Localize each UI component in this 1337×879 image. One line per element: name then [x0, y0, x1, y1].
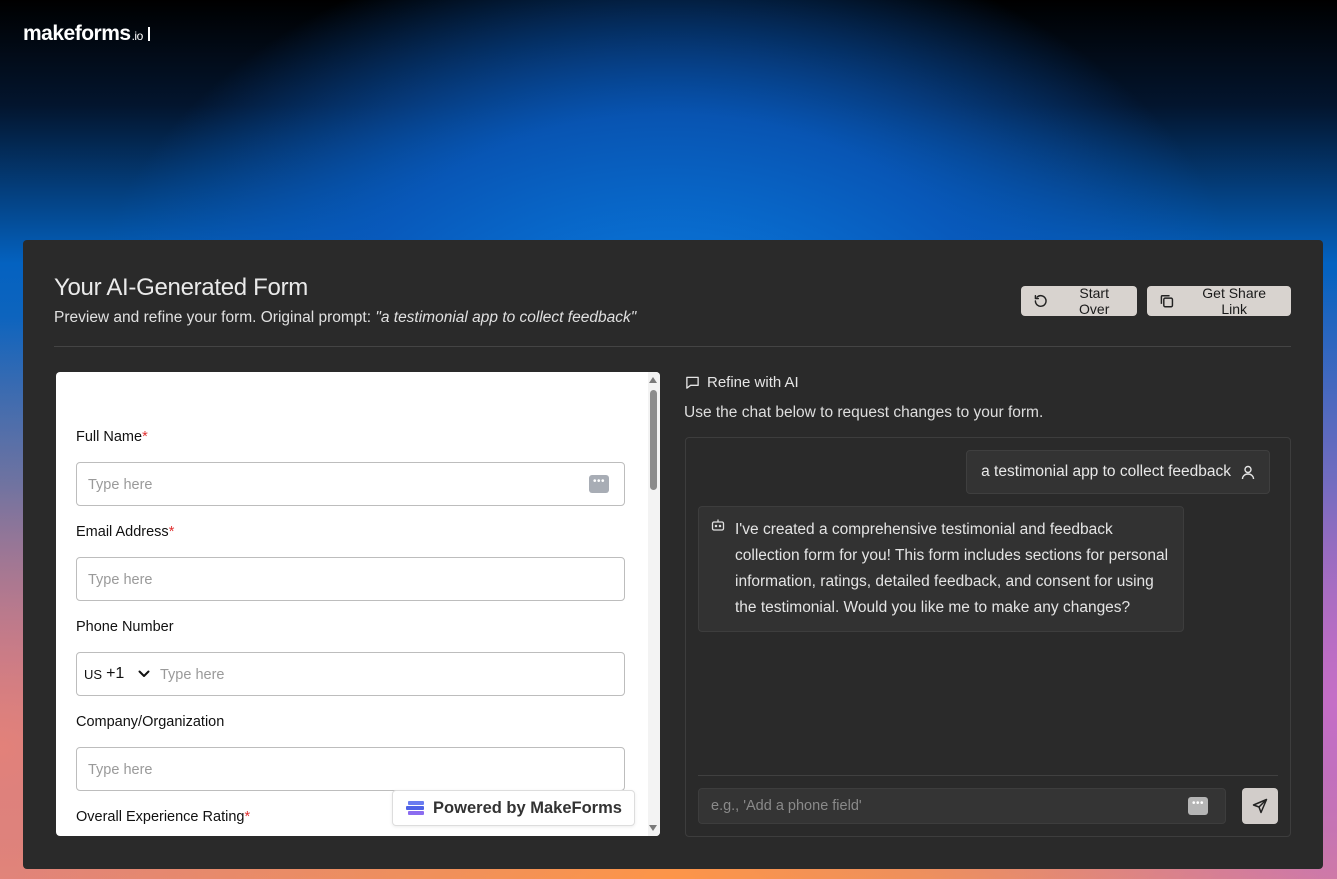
reset-icon	[1034, 294, 1047, 307]
rating-label: Overall Experience Rating*	[76, 809, 251, 825]
makeforms-logo-icon	[406, 801, 425, 815]
more-dots-icon[interactable]: •••	[1188, 797, 1208, 815]
assistant-message-text: I've created a comprehensive testimonial…	[735, 521, 1169, 616]
email-label: Email Address*	[76, 524, 175, 540]
refine-title: Refine with AI	[685, 374, 799, 391]
required-mark: *	[244, 809, 251, 825]
start-over-label: Start Over	[1079, 285, 1110, 317]
full-name-input[interactable]: Type here •••	[76, 462, 625, 506]
share-link-label: Get Share Link	[1202, 285, 1267, 317]
original-prompt: "a testimonial app to collect feedback"	[375, 309, 637, 326]
powered-by-label: Powered by MakeForms	[433, 798, 622, 817]
scroll-thumb[interactable]	[650, 390, 657, 490]
send-icon	[1252, 798, 1268, 814]
logo-name: makeforms	[23, 22, 131, 45]
chat-input-placeholder: e.g., 'Add a phone field'	[711, 798, 862, 814]
generated-form-panel: Your AI-Generated Form Preview and refin…	[23, 240, 1323, 869]
user-message-text: a testimonial app to collect feedback	[981, 463, 1231, 480]
chevron-down-icon	[138, 670, 150, 677]
required-mark: *	[168, 524, 175, 540]
chat-input[interactable]: e.g., 'Add a phone field' •••	[698, 788, 1226, 824]
chat-divider	[698, 775, 1278, 776]
required-mark: *	[142, 429, 148, 445]
country-code-select[interactable]: US +1	[84, 665, 150, 683]
full-name-label: Full Name*	[76, 429, 148, 445]
refine-title-label: Refine with AI	[707, 374, 799, 391]
start-over-button[interactable]: Start Over	[1021, 285, 1137, 317]
refine-subtitle: Use the chat below to request changes to…	[684, 404, 1044, 421]
full-name-placeholder: Type here	[88, 477, 153, 493]
logo-suffix: .io	[131, 29, 144, 43]
country-flag-code: US	[84, 666, 103, 682]
get-share-link-button[interactable]: Get Share Link	[1147, 285, 1291, 317]
user-message: a testimonial app to collect feedback	[966, 450, 1270, 494]
company-input[interactable]: Type here	[76, 747, 625, 791]
company-label: Company/Organization	[76, 714, 225, 730]
phone-placeholder: Type here	[160, 667, 225, 683]
user-icon	[1241, 465, 1255, 479]
page-subtitle: Preview and refine your form. Original p…	[54, 309, 636, 327]
powered-by-badge[interactable]: Powered by MakeForms	[392, 790, 635, 826]
makeforms-logo[interactable]: makeforms .io	[23, 22, 150, 46]
company-placeholder: Type here	[88, 762, 153, 778]
form-preview[interactable]: Full Name* Type here ••• Email Address* …	[56, 372, 660, 836]
email-placeholder: Type here	[88, 572, 153, 588]
more-dots-icon[interactable]: •••	[589, 475, 609, 493]
chat-panel: a testimonial app to collect feedback I'…	[685, 437, 1291, 837]
phone-label: Phone Number	[76, 619, 174, 635]
form-scrollbar[interactable]	[648, 372, 660, 836]
assistant-message: I've created a comprehensive testimonial…	[698, 506, 1184, 632]
subtitle-prefix: Preview and refine your form. Original p…	[54, 309, 376, 326]
page-title: Your AI-Generated Form	[54, 274, 308, 301]
scroll-up-arrow-icon[interactable]	[649, 377, 657, 383]
chat-bubble-icon	[686, 376, 699, 389]
bot-icon	[711, 519, 725, 531]
dial-code: +1	[106, 665, 125, 682]
header-divider	[54, 346, 1291, 347]
scroll-down-arrow-icon[interactable]	[649, 825, 657, 831]
logo-cursor	[147, 27, 150, 41]
phone-input[interactable]: US +1 Type here	[76, 652, 625, 696]
send-button[interactable]	[1242, 788, 1278, 824]
copy-icon	[1160, 295, 1174, 308]
email-input[interactable]: Type here	[76, 557, 625, 601]
